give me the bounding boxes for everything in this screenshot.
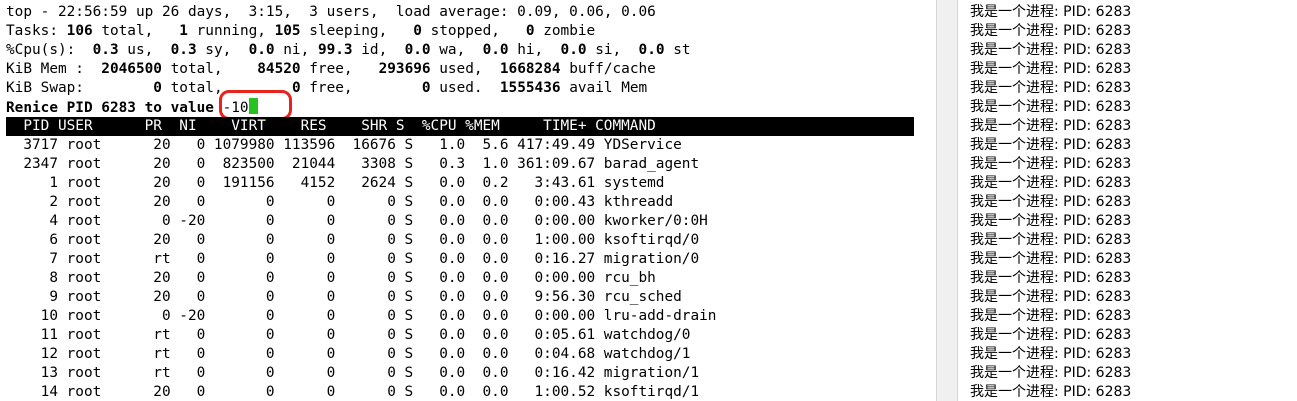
cpu-id: 99.3	[317, 42, 353, 58]
output-line: 我是一个进程: PID: 6283	[970, 327, 1132, 343]
output-line: 我是一个进程: PID: 6283	[970, 213, 1132, 229]
process-row: 11 root rt 0 0 0 0 S 0.0 0.0 0:05.61 wat…	[6, 327, 691, 343]
renice-value-highlight	[219, 90, 292, 120]
mem-free: 84520	[257, 61, 301, 77]
cpu-line: %Cpu(s): 0.3 us, 0.3 sy, 0.0 ni, 99.3 id…	[6, 41, 691, 60]
swap-line: KiB Swap: 0 total, 0 free, 0 used. 15554…	[6, 79, 647, 98]
mem-line: KiB Mem : 2046500 total, 84520 free, 293…	[6, 60, 656, 79]
output-line: 我是一个进程: PID: 6283	[970, 61, 1132, 77]
output-line: 我是一个进程: PID: 6283	[970, 270, 1132, 286]
process-row: 3717 root 20 0 1079980 113596 16676 S 1.…	[6, 137, 682, 153]
tasks-stopped: 0	[413, 23, 422, 39]
process-row: 13 root rt 0 0 0 0 S 0.0 0.0 0:16.42 mig…	[6, 365, 700, 381]
process-row: 4 root 0 -20 0 0 0 S 0.0 0.0 0:00.00 kwo…	[6, 213, 708, 229]
output-line: 我是一个进程: PID: 6283	[970, 175, 1132, 191]
tasks-prefix: Tasks:	[6, 23, 67, 39]
uptime-line: top - 22:56:59 up 26 days, 3:15, 3 users…	[6, 4, 656, 20]
cpu-hi-label: hi,	[508, 42, 561, 58]
output-line: 我是一个进程: PID: 6283	[970, 365, 1132, 381]
renice-prompt: Renice PID 6283 to value	[6, 100, 223, 116]
program-output-pane[interactable]: 我是一个进程: PID: 6283 我是一个进程: PID: 6283 我是一个进程…	[958, 0, 1297, 401]
swap-prefix: KiB Swap:	[6, 80, 154, 96]
tasks-stopped-label: stopped,	[421, 23, 526, 39]
output-line: 我是一个进程: PID: 6283	[970, 80, 1132, 96]
tasks-running-label: running,	[187, 23, 275, 39]
mem-total-label: total,	[161, 61, 258, 77]
cpu-id-label: id,	[352, 42, 405, 58]
mem-used: 293696	[378, 61, 431, 77]
mem-used-label: used,	[430, 61, 500, 77]
tasks-total: 106	[66, 23, 93, 39]
cpu-si-label: si,	[586, 42, 639, 58]
cpu-wa: 0.0	[404, 42, 431, 58]
output-line: 我是一个进程: PID: 6283	[970, 308, 1132, 324]
cpu-hi: 0.0	[482, 42, 509, 58]
mem-total: 2046500	[92, 61, 162, 77]
output-line: 我是一个进程: PID: 6283	[970, 384, 1132, 400]
mem-cache-label: buff/cache	[560, 61, 656, 77]
process-row: 10 root 0 -20 0 0 0 S 0.0 0.0 0:00.00 lr…	[6, 308, 717, 324]
output-line: 我是一个进程: PID: 6283	[970, 232, 1132, 248]
output-line: 我是一个进程: PID: 6283	[970, 4, 1132, 20]
cpu-sy: 0.3	[170, 42, 197, 58]
output-line: 我是一个进程: PID: 6283	[970, 137, 1132, 153]
tasks-zombie-label: zombie	[534, 23, 596, 39]
output-line: 我是一个进程: PID: 6283	[970, 194, 1132, 210]
cpu-si: 0.0	[560, 42, 587, 58]
output-line: 我是一个进程: PID: 6283	[970, 156, 1132, 172]
output-line: 我是一个进程: PID: 6283	[970, 99, 1132, 115]
tasks-line: Tasks: 106 total, 1 running, 105 sleepin…	[6, 22, 595, 41]
swap-used: 0	[421, 80, 431, 96]
cpu-sy-label: sy,	[196, 42, 249, 58]
tasks-sleeping-label: sleeping,	[300, 23, 414, 39]
output-line: 我是一个进程: PID: 6283	[970, 23, 1132, 39]
pane-splitter[interactable]	[936, 0, 958, 401]
swap-free: 0	[291, 80, 301, 96]
cpu-ni: 0.0	[248, 42, 275, 58]
mem-cache: 1668284	[499, 61, 561, 77]
mem-free-label: free,	[300, 61, 379, 77]
process-row: 12 root rt 0 0 0 0 S 0.0 0.0 0:04.68 wat…	[6, 346, 691, 362]
process-row: 7 root rt 0 0 0 0 S 0.0 0.0 0:16.27 migr…	[6, 251, 700, 267]
swap-total: 0	[153, 80, 162, 96]
cpu-st-label: st	[664, 42, 691, 58]
output-line: 我是一个进程: PID: 6283	[970, 118, 1132, 134]
cpu-st: 0.0	[638, 42, 665, 58]
process-row: 6 root 20 0 0 0 0 S 0.0 0.0 1:00.00 ksof…	[6, 232, 700, 248]
process-row: 14 root 20 0 0 0 0 S 0.0 0.0 1:00.52 kso…	[6, 384, 700, 400]
process-table-header: PID USER PR NI VIRT RES SHR S %CPU %MEM …	[6, 118, 656, 134]
tasks-sleeping: 105	[274, 23, 301, 39]
cpu-ni-label: ni,	[274, 42, 318, 58]
output-line: 我是一个进程: PID: 6283	[970, 346, 1132, 362]
swap-free-label: free,	[300, 80, 422, 96]
process-row: 2 root 20 0 0 0 0 S 0.0 0.0 0:00.43 kthr…	[6, 194, 674, 210]
output-line: 我是一个进程: PID: 6283	[970, 42, 1132, 58]
tasks-total-label: total,	[92, 23, 180, 39]
cpu-us: 0.3	[92, 42, 119, 58]
process-row: 1 root 20 0 191156 4152 2624 S 0.0 0.2 3…	[6, 175, 665, 191]
tasks-running: 1	[179, 23, 188, 39]
output-line: 我是一个进程: PID: 6283	[970, 289, 1132, 305]
swap-avail: 1555436	[499, 80, 561, 96]
cpu-prefix: %Cpu(s):	[6, 42, 93, 58]
cpu-us-label: us,	[118, 42, 171, 58]
process-row: 2347 root 20 0 823500 21044 3308 S 0.3 1…	[6, 156, 700, 172]
top-terminal-pane[interactable]: top - 22:56:59 up 26 days, 3:15, 3 users…	[0, 0, 936, 401]
swap-used-label: used.	[430, 80, 500, 96]
process-row: 8 root 20 0 0 0 0 S 0.0 0.0 0:00.00 rcu_…	[6, 270, 656, 286]
output-line: 我是一个进程: PID: 6283	[970, 251, 1132, 267]
mem-prefix: KiB Mem :	[6, 61, 93, 77]
process-row: 9 root 20 0 0 0 0 S 0.0 0.0 9:56.30 rcu_…	[6, 289, 682, 305]
tasks-zombie: 0	[525, 23, 535, 39]
cpu-wa-label: wa,	[430, 42, 483, 58]
swap-avail-label: avail Mem	[560, 80, 648, 96]
